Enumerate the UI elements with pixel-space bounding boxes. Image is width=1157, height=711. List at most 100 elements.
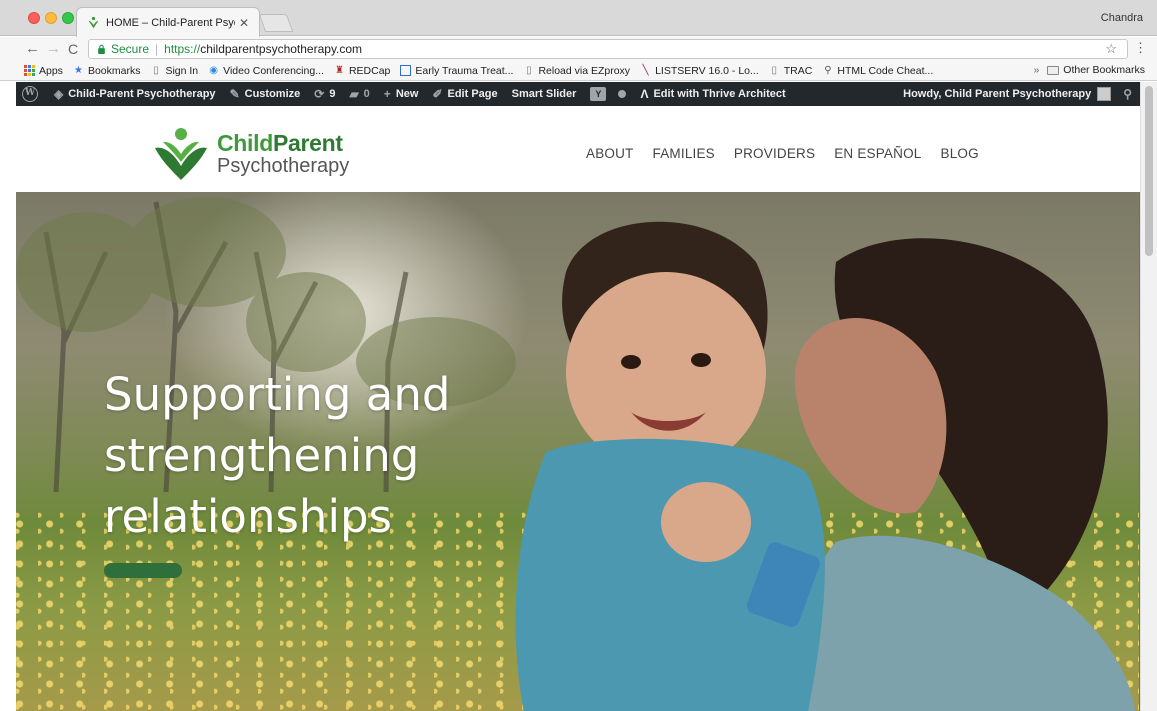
comments-count: 0 [363, 88, 370, 100]
browser-menu-icon[interactable]: ⋮ [1134, 40, 1147, 56]
avatar[interactable] [1097, 87, 1112, 101]
updates-count: 9 [329, 88, 336, 100]
secure-label: Secure [111, 42, 150, 56]
new-label: New [395, 88, 419, 100]
bookmark-label: REDCap [348, 64, 391, 77]
status-dot-icon [618, 90, 627, 98]
site-header: ChildParent Psychotherapy ABOUT FAMILIES… [16, 106, 1140, 192]
minimize-window-button[interactable] [45, 12, 57, 24]
site-favicon-icon [88, 16, 99, 29]
bookmark-bookmarks[interactable]: ★ Bookmarks [73, 65, 141, 77]
search-icon[interactable]: ⚲ [1123, 87, 1132, 101]
plus-icon: + [383, 87, 391, 101]
scrollbar-thumb[interactable] [1145, 86, 1153, 256]
maximize-window-button[interactable] [62, 12, 74, 24]
admin-new[interactable]: + New [384, 87, 419, 101]
howdy-label[interactable]: Howdy, Child Parent Psychotherapy [903, 88, 1091, 100]
nav-en-espanol[interactable]: EN ESPAÑOL [834, 146, 921, 161]
updates-icon: ⟳ [314, 87, 325, 101]
bookmark-listserv[interactable]: ╲ LISTSERV 16.0 - Lo... [640, 65, 759, 77]
site-logo[interactable]: ChildParent Psychotherapy [151, 126, 349, 182]
tab-title: HOME – Child-Parent Psychoth [106, 16, 235, 29]
paintbrush-icon: ✎ [229, 87, 240, 101]
folder-icon [1047, 65, 1060, 75]
bookmark-video-conferencing[interactable]: ◉ Video Conferencing... [208, 65, 324, 77]
nav-providers[interactable]: PROVIDERS [734, 146, 815, 161]
html-icon: ⚲ [824, 65, 832, 76]
nav-blog[interactable]: BLOG [941, 146, 979, 161]
page-scrollbar[interactable] [1140, 82, 1157, 711]
customize-label: Customize [244, 88, 301, 100]
video-icon: ◉ [209, 65, 219, 76]
hero-heading: Supporting and strengthening relationshi… [104, 364, 564, 547]
hero-heading-line-2: strengthening [104, 429, 420, 482]
bookmark-apps[interactable]: Apps [24, 65, 63, 77]
apps-grid-icon [24, 65, 35, 76]
comment-icon: ▰ [349, 87, 359, 101]
reload-icon[interactable]: C [68, 40, 78, 58]
nav-about[interactable]: ABOUT [586, 146, 634, 161]
bookmark-label: Bookmarks [87, 64, 141, 77]
bookmark-sign-in[interactable]: ▯ Sign In [150, 65, 198, 77]
redcap-icon: ♜ [334, 65, 344, 76]
browser-tab-active[interactable]: HOME – Child-Parent Psychoth ✕ [76, 7, 260, 37]
close-window-button[interactable] [28, 12, 40, 24]
page-icon: ▯ [153, 65, 159, 76]
forward-arrow-icon[interactable]: → [46, 40, 61, 58]
bookmark-label: Video Conferencing... [223, 64, 324, 77]
other-bookmarks[interactable]: Other Bookmarks [1063, 64, 1145, 76]
bookmark-label: LISTSERV 16.0 - Lo... [655, 64, 759, 77]
browser-titlebar: HOME – Child-Parent Psychoth ✕ Chandra [0, 0, 1157, 37]
listserv-icon: ╲ [642, 65, 649, 76]
heart-leaf-logo-icon [155, 128, 207, 180]
logo-line-2: Psychotherapy [217, 155, 350, 177]
bookmark-label: HTML Code Cheat... [837, 64, 934, 77]
bookmark-ezproxy[interactable]: ▯ Reload via EZproxy [523, 65, 630, 77]
bookmark-star-icon[interactable]: ☆ [1105, 41, 1117, 57]
admin-site-name-label: Child-Parent Psychotherapy [68, 88, 216, 100]
profile-name[interactable]: Chandra [1101, 12, 1143, 24]
bookmark-label: Apps [39, 64, 63, 77]
logo-parent: Parent [273, 130, 343, 156]
hero-accent-bar [104, 563, 182, 578]
logo-wordmark: ChildParent Psychotherapy [217, 132, 350, 177]
back-arrow-icon[interactable]: ← [25, 40, 40, 58]
logo-line-1: ChildParent [217, 132, 349, 155]
more-bookmarks-chevron-icon[interactable]: » [1033, 64, 1039, 76]
bookmark-label: TRAC [783, 64, 813, 77]
admin-thrive[interactable]: Λ Edit with Thrive Architect [640, 87, 785, 101]
thrive-label: Edit with Thrive Architect [653, 88, 786, 100]
url-separator: | [155, 42, 159, 56]
admin-site-name[interactable]: ◈ Child-Parent Psychotherapy [54, 87, 216, 101]
new-tab-button[interactable] [258, 14, 294, 32]
bookmark-redcap[interactable]: ♜ REDCap [334, 65, 390, 77]
page-icon: ▯ [526, 65, 532, 76]
browser-toolbar: ← → C Secure | https://childparentpsycho… [0, 37, 1157, 61]
address-bar[interactable]: Secure | https://childparentpsychotherap… [88, 39, 1128, 59]
hero-heading-line-3: relationships [104, 490, 392, 543]
bookmark-label: Early Trauma Treat... [415, 64, 514, 77]
main-nav: ABOUT FAMILIES PROVIDERS EN ESPAÑOL BLOG [586, 146, 998, 161]
admin-yoast[interactable]: Y [590, 87, 627, 101]
bookmark-trac[interactable]: ▯ TRAC [769, 65, 813, 77]
admin-edit-page[interactable]: ✐ Edit Page [432, 87, 497, 101]
bookmarks-overflow: » Other Bookmarks [1033, 64, 1145, 76]
bookmark-html-cheat[interactable]: ⚲ HTML Code Cheat... [822, 65, 933, 77]
edit-page-label: Edit Page [447, 88, 498, 100]
url-host: childparentpsychotherapy.com [200, 42, 363, 56]
bookmark-early-trauma[interactable]: Early Trauma Treat... [400, 65, 513, 77]
pencil-icon: ✐ [432, 87, 443, 101]
admin-smart-slider[interactable]: Smart Slider [512, 88, 577, 100]
admin-updates[interactable]: ⟳ 9 [314, 87, 335, 101]
lock-icon [98, 44, 105, 54]
hero-banner: Supporting and strengthening relationshi… [16, 192, 1140, 711]
bookmarks-bar: Apps ★ Bookmarks ▯ Sign In ◉ Video Confe… [0, 61, 1157, 81]
star-icon: ★ [73, 65, 83, 76]
admin-comments[interactable]: ▰ 0 [349, 87, 369, 101]
logo-child: Child [217, 130, 273, 156]
close-tab-icon[interactable]: ✕ [239, 16, 249, 30]
nav-families[interactable]: FAMILIES [653, 146, 715, 161]
admin-customize[interactable]: ✎ Customize [230, 87, 301, 101]
wordpress-logo-icon[interactable]: W [22, 86, 38, 102]
url-scheme: https:// [164, 42, 201, 56]
